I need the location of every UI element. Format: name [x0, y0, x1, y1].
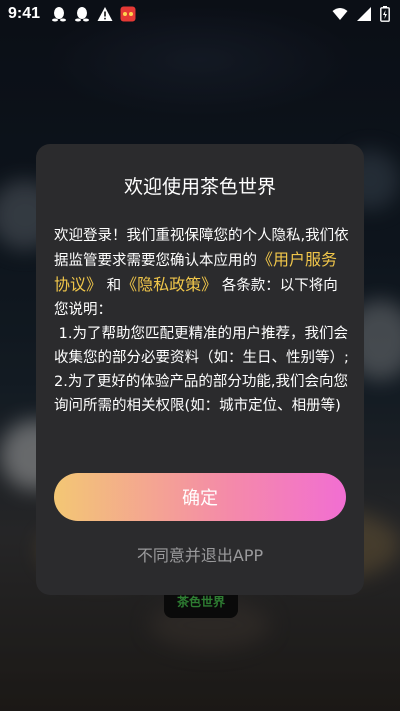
clause-item-2: 2.为了更好的体验产品的部分功能,我们会向您询问所需的相关权限(如：城市定位、相…: [54, 374, 348, 414]
status-right: [332, 6, 390, 22]
confirm-button[interactable]: 确定: [54, 473, 346, 521]
and-text: 和: [106, 278, 122, 294]
wifi-icon: [332, 8, 348, 20]
privacy-policy-link[interactable]: 《隐私政策》: [121, 275, 217, 294]
dialog-body[interactable]: 欢迎登录！我们重视保障您的个人隐私,我们依据监管要求需要您确认本应用的《用户服务…: [54, 224, 349, 444]
warning-icon: [97, 7, 113, 21]
privacy-dialog: 欢迎使用茶色世界 欢迎登录！我们重视保障您的个人隐私,我们依据监管要求需要您确认…: [36, 144, 364, 595]
app-logo-text: 茶色世界: [176, 594, 225, 609]
dialog-title: 欢迎使用茶色世界: [123, 176, 276, 198]
decline-exit-link[interactable]: 不同意并退出APP: [36, 542, 364, 566]
status-time: 9:41: [8, 5, 41, 22]
signal-icon: [357, 7, 371, 21]
status-left: 9:41: [8, 5, 136, 23]
clause-item-1: 1.为了帮助您匹配更精准的用户推荐，我们会收集您的部分必要资料（如：生日、性别等…: [54, 326, 349, 366]
status-bar: 9:41: [0, 0, 400, 28]
app-notification-icon: [120, 6, 136, 22]
qq-penguin-icon: [75, 7, 90, 22]
battery-icon: [380, 6, 390, 22]
qq-penguin-icon: [52, 7, 67, 22]
